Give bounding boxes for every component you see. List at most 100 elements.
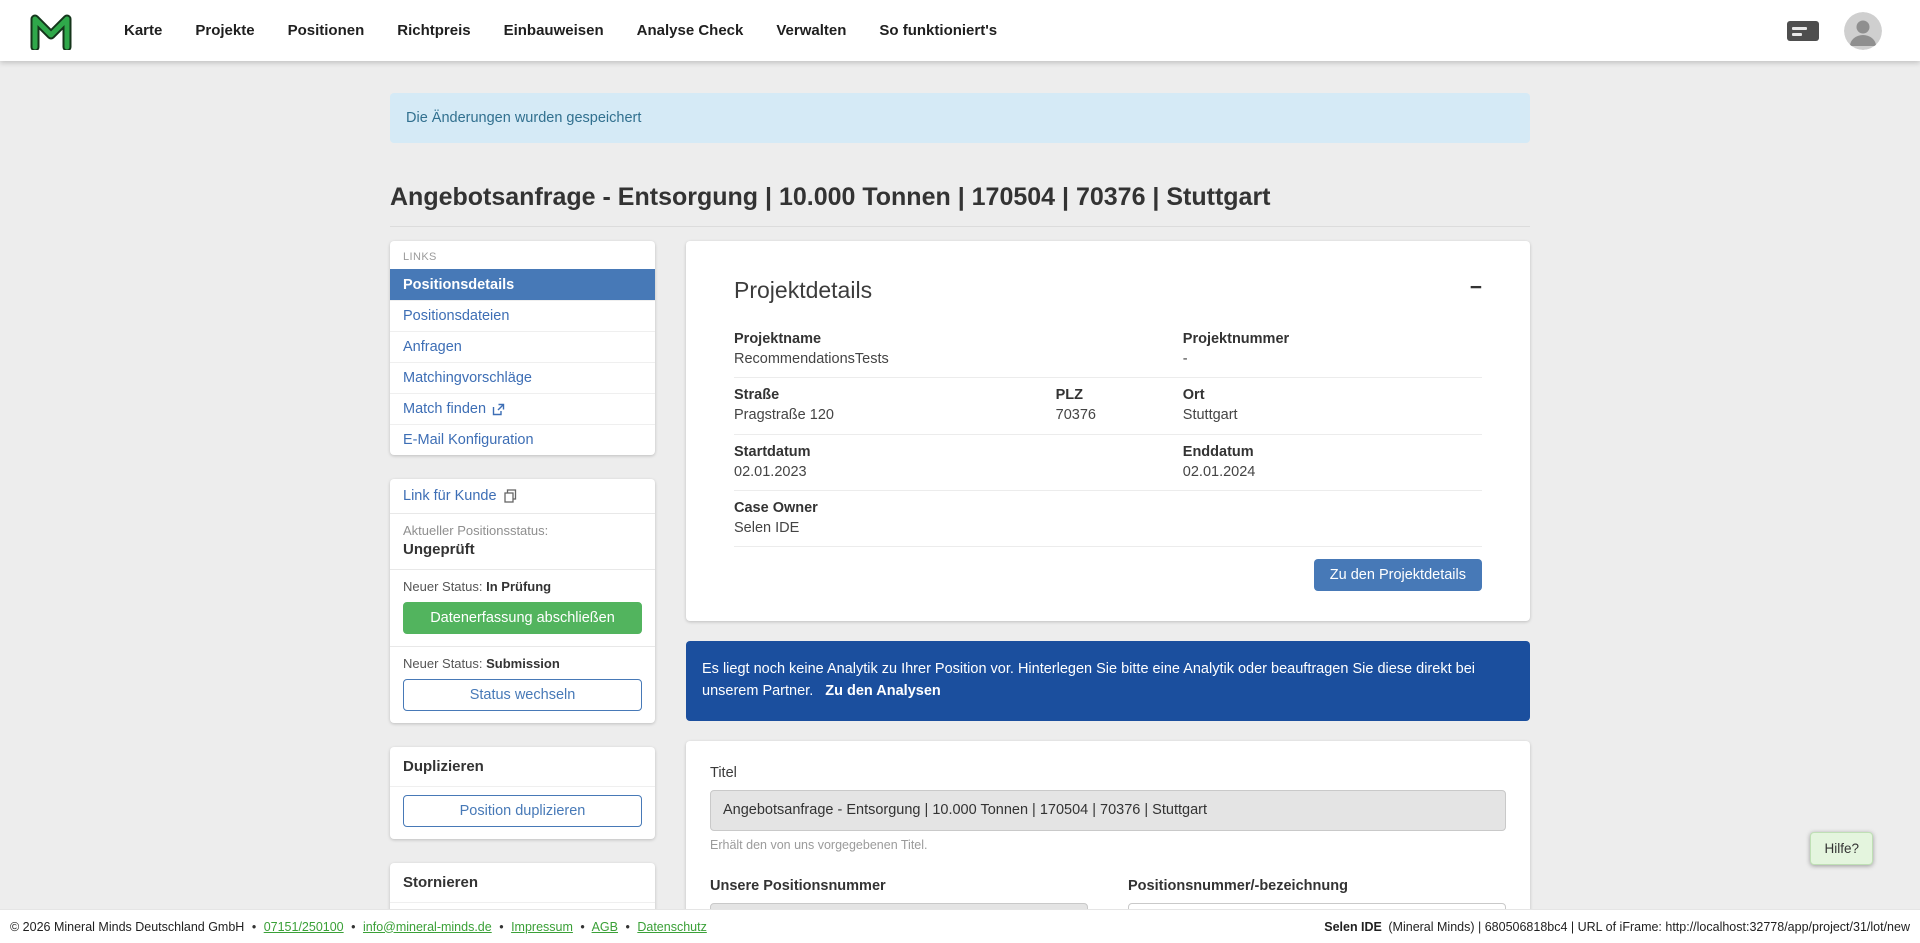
customer-link[interactable]: Link für Kunde — [390, 479, 655, 514]
footer-user: Selen IDE — [1324, 920, 1382, 934]
field-value: Selen IDE — [734, 519, 1056, 537]
nav-item-so-funktionierts[interactable]: So funktioniert's — [879, 22, 997, 39]
status-card: Link für Kunde Aktueller Positionsstatus… — [390, 479, 655, 723]
complete-data-entry-button[interactable]: Datenerfassung abschließen — [403, 602, 642, 634]
project-row: Straße Pragstraße 120 PLZ 70376 Ort Stut… — [734, 378, 1482, 434]
nav-item-richtpreis[interactable]: Richtpreis — [397, 22, 470, 39]
field-label: Straße — [734, 386, 1056, 404]
avatar[interactable] — [1844, 12, 1882, 50]
separator: • — [625, 920, 629, 934]
sidebar-item-positionsdateien[interactable]: Positionsdateien — [390, 300, 655, 331]
main-content: Projektdetails − Projektname Recommendat… — [686, 241, 1530, 943]
footer-link-phone[interactable]: 07151/250100 — [264, 920, 344, 934]
field-label: Enddatum — [1183, 443, 1482, 461]
titel-help: Erhält den von uns vorgegebenen Titel. — [710, 838, 1506, 852]
sidebar-item-anfragen[interactable]: Anfragen — [390, 331, 655, 362]
new-status-value: In Prüfung — [486, 579, 551, 594]
copy-icon — [504, 489, 517, 503]
nav-right — [1786, 12, 1882, 50]
field-case-owner: Case Owner Selen IDE — [734, 499, 1056, 537]
footer-link-datenschutz[interactable]: Datenschutz — [637, 920, 706, 934]
main-nav: Karte Projekte Positionen Richtpreis Ein… — [124, 22, 997, 39]
titel-input — [710, 790, 1506, 831]
card-icon[interactable] — [1786, 19, 1820, 43]
links-header: LINKS — [390, 241, 655, 269]
field-label: Projektnummer — [1183, 330, 1482, 348]
separator: • — [252, 920, 256, 934]
nav-item-verwalten[interactable]: Verwalten — [776, 22, 846, 39]
switch-status-button[interactable]: Status wechseln — [403, 679, 642, 711]
success-alert: Die Änderungen wurden gespeichert — [390, 93, 1530, 143]
duplicate-position-button[interactable]: Position duplizieren — [403, 795, 642, 827]
page-title: Angebotsanfrage - Entsorgung | 10.000 To… — [390, 183, 1530, 227]
our-number-label: Unsere Positionsnummer — [710, 878, 1088, 894]
separator: • — [499, 920, 503, 934]
field-label: PLZ — [1056, 386, 1183, 404]
analytics-link[interactable]: Zu den Analysen — [825, 683, 940, 699]
titel-label: Titel — [710, 765, 1506, 781]
separator: • — [580, 920, 584, 934]
field-label: Ort — [1183, 386, 1482, 404]
sidebar-item-match-finden[interactable]: Match finden — [390, 393, 655, 424]
field-value: Pragstraße 120 — [734, 406, 1056, 424]
project-details-button[interactable]: Zu den Projektdetails — [1314, 559, 1482, 591]
nav-item-positionen[interactable]: Positionen — [288, 22, 365, 39]
field-label: Startdatum — [734, 443, 1056, 461]
nav-item-analyse-check[interactable]: Analyse Check — [637, 22, 744, 39]
cancel-title: Stornieren — [390, 863, 655, 903]
logo-icon — [30, 12, 72, 50]
new-status-second: Neuer Status: Submission — [390, 647, 655, 671]
footer-link-email[interactable]: info@mineral-minds.de — [363, 920, 492, 934]
current-status-block: Aktueller Positionsstatus: Ungeprüft — [390, 514, 655, 570]
sidebar-item-email-konfiguration[interactable]: E-Mail Konfiguration — [390, 424, 655, 455]
project-details-title: Projektdetails — [734, 277, 872, 304]
current-status-value: Ungeprüft — [403, 541, 642, 558]
field-strasse: Straße Pragstraße 120 — [734, 386, 1056, 424]
collapse-icon[interactable]: − — [1470, 277, 1482, 298]
footer-left: © 2026 Mineral Minds Deutschland GmbH • … — [10, 920, 707, 934]
links-card: LINKS Positionsdetails Positionsdateien … — [390, 241, 655, 455]
footer-link-agb[interactable]: AGB — [592, 920, 618, 934]
footer-link-impressum[interactable]: Impressum — [511, 920, 573, 934]
sidebar: LINKS Positionsdetails Positionsdateien … — [390, 241, 655, 943]
sidebar-item-label: Match finden — [403, 401, 486, 417]
field-value: Stuttgart — [1183, 406, 1482, 424]
field-enddatum: Enddatum 02.01.2024 — [1183, 443, 1482, 481]
sidebar-item-positionsdetails[interactable]: Positionsdetails — [390, 269, 655, 300]
current-status-label: Aktueller Positionsstatus: — [403, 523, 642, 538]
new-status-label: Neuer Status: — [403, 579, 483, 594]
top-nav: Karte Projekte Positionen Richtpreis Ein… — [0, 0, 1920, 61]
project-row: Projektname RecommendationsTests Projekt… — [734, 322, 1482, 378]
field-plz: PLZ 70376 — [1056, 386, 1183, 424]
project-row: Case Owner Selen IDE — [734, 491, 1482, 547]
sidebar-item-matchingvorschlaege[interactable]: Matchingvorschläge — [390, 362, 655, 393]
nav-item-einbauweisen[interactable]: Einbauweisen — [504, 22, 604, 39]
custom-number-label: Positionsnummer/-bezeichnung — [1128, 878, 1506, 894]
separator: • — [351, 920, 355, 934]
field-label: Projektname — [734, 330, 1056, 348]
footer-session-info: Selen IDE (Mineral Minds) | 680506818bc4… — [1324, 920, 1910, 934]
field-value: 70376 — [1056, 406, 1183, 424]
duplicate-title: Duplizieren — [390, 747, 655, 787]
field-projektnummer: Projektnummer - — [1183, 330, 1482, 368]
footer: © 2026 Mineral Minds Deutschland GmbH • … — [0, 909, 1920, 943]
field-value: 02.01.2024 — [1183, 463, 1482, 481]
field-projektname: Projektname RecommendationsTests — [734, 330, 1056, 368]
field-value: RecommendationsTests — [734, 350, 1056, 368]
new-status-first: Neuer Status: In Prüfung — [390, 570, 655, 594]
new-status-value: Submission — [486, 656, 560, 671]
external-link-icon — [492, 403, 505, 416]
project-row: Startdatum 02.01.2023 Enddatum 02.01.202… — [734, 435, 1482, 491]
field-startdatum: Startdatum 02.01.2023 — [734, 443, 1056, 481]
nav-item-karte[interactable]: Karte — [124, 22, 162, 39]
project-details-card: Projektdetails − Projektname Recommendat… — [686, 241, 1530, 621]
help-button[interactable]: Hilfe? — [1810, 832, 1873, 865]
brand-logo[interactable] — [30, 12, 72, 50]
nav-item-projekte[interactable]: Projekte — [195, 22, 254, 39]
customer-link-label: Link für Kunde — [403, 488, 497, 504]
copyright: © 2026 Mineral Minds Deutschland GmbH — [10, 920, 244, 934]
analytics-banner-text: Es liegt noch keine Analytik zu Ihrer Po… — [702, 661, 1475, 699]
page-body: Die Änderungen wurden gespeichert Angebo… — [0, 61, 1920, 943]
new-status-label: Neuer Status: — [403, 656, 483, 671]
field-value: 02.01.2023 — [734, 463, 1056, 481]
